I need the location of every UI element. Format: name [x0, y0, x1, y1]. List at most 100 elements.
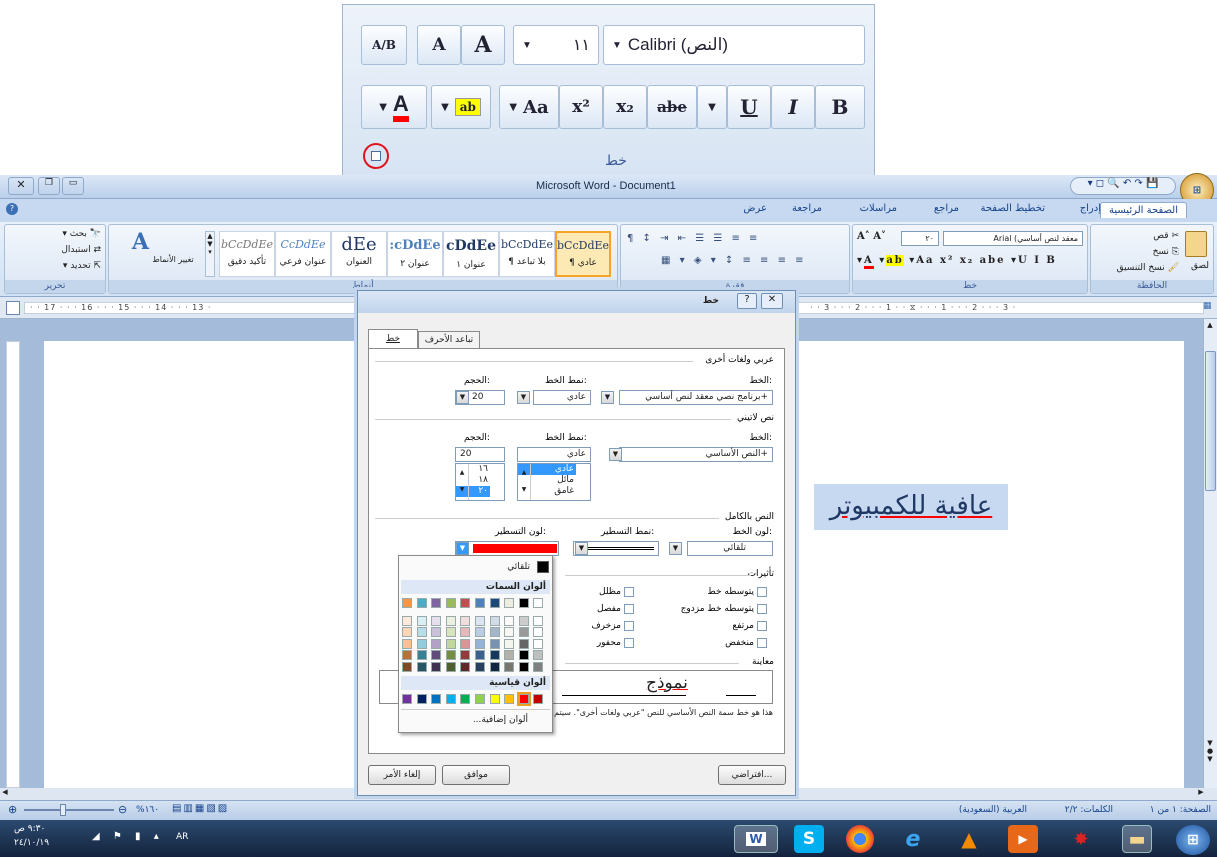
color-swatch[interactable]: [460, 694, 471, 704]
underline-button[interactable]: U: [727, 85, 771, 129]
color-swatch[interactable]: [431, 615, 442, 626]
standard-color-row[interactable]: [402, 692, 550, 706]
change-styles-button[interactable]: تغيير الأنماط: [151, 255, 195, 264]
highlight-button[interactable]: ▼ ab: [431, 85, 491, 129]
dialog-launcher-icon[interactable]: [363, 143, 389, 169]
color-swatch[interactable]: [489, 661, 500, 672]
tab-review[interactable]: مراجعة: [792, 203, 822, 214]
tab-insert[interactable]: إدراج: [1080, 203, 1101, 214]
color-swatch[interactable]: [518, 615, 529, 626]
color-swatch[interactable]: [518, 661, 529, 672]
chevron-down-icon[interactable]: ▼: [456, 391, 469, 404]
subscript-button[interactable]: x₂: [603, 85, 647, 129]
color-swatch[interactable]: [402, 598, 412, 608]
color-swatch[interactable]: [416, 598, 427, 608]
color-swatch[interactable]: [460, 650, 471, 660]
alignment-buttons[interactable]: ▦ ▾ ◈ ▾ ↕ ≡ ≡ ≡ ≡: [661, 255, 807, 266]
color-swatch[interactable]: [518, 627, 529, 637]
restore-button[interactable]: ❐: [38, 177, 60, 195]
style-title[interactable]: dEe العنوان: [331, 231, 387, 277]
status-words[interactable]: الكلمات: ٢/٢: [1065, 805, 1113, 815]
underline-color-combo[interactable]: [455, 541, 559, 556]
paste-icon[interactable]: [1185, 231, 1207, 257]
color-swatch[interactable]: [402, 694, 412, 704]
latin-size-input[interactable]: 20: [455, 447, 505, 462]
color-swatch[interactable]: [533, 627, 544, 637]
font-size-combo[interactable]: ▼ ١١: [513, 25, 599, 65]
engrave-checkbox[interactable]: [624, 638, 634, 648]
change-case-button[interactable]: ▼ Aa: [499, 85, 559, 129]
font-color-button[interactable]: ▼ A: [361, 85, 427, 129]
color-swatch[interactable]: [416, 661, 427, 672]
theme-color-grid[interactable]: [402, 598, 550, 678]
zoom-slider-thumb[interactable]: [60, 804, 66, 816]
zoom-in-icon[interactable]: ⊕: [8, 803, 17, 816]
font-size-combo[interactable]: ٢٠: [901, 231, 939, 246]
tab-references[interactable]: مراجع: [934, 203, 959, 214]
file-explorer-icon[interactable]: ▬: [1122, 825, 1152, 853]
input-language[interactable]: AR: [176, 832, 188, 842]
automatic-color-option[interactable]: تلقائي: [507, 562, 530, 572]
color-swatch[interactable]: [431, 650, 442, 660]
color-swatch[interactable]: [518, 598, 529, 608]
chevron-down-icon[interactable]: ▼: [522, 40, 532, 51]
color-swatch[interactable]: [533, 650, 544, 660]
underline-menu-button[interactable]: ▼: [697, 85, 727, 129]
color-swatch[interactable]: [533, 598, 544, 608]
color-swatch[interactable]: [431, 627, 442, 637]
change-styles-icon[interactable]: A: [132, 229, 149, 255]
color-swatch[interactable]: [533, 694, 544, 704]
color-swatch[interactable]: [416, 650, 427, 660]
color-swatch[interactable]: [445, 661, 456, 672]
close-button[interactable]: ✕: [8, 177, 34, 195]
status-page[interactable]: الصفحة: ١ من ١: [1150, 805, 1211, 815]
scroll-thumb[interactable]: [1205, 351, 1216, 491]
color-swatch[interactable]: [402, 650, 412, 660]
replace-button[interactable]: ⇄ استبدال: [61, 245, 101, 255]
clear-formatting-button[interactable]: A/B: [361, 25, 407, 65]
color-swatch[interactable]: [504, 661, 515, 672]
double-strikethrough-checkbox[interactable]: [757, 604, 767, 614]
color-swatch[interactable]: [489, 615, 500, 626]
color-swatch[interactable]: [533, 638, 544, 649]
quick-access-toolbar[interactable]: ▾ ◻ 🔍 ↶ ↷ 💾: [1070, 177, 1176, 195]
color-swatch[interactable]: [445, 598, 456, 608]
color-swatch[interactable]: [402, 638, 412, 649]
color-swatch[interactable]: [475, 627, 485, 637]
color-swatch[interactable]: [504, 627, 515, 637]
color-swatch[interactable]: [504, 650, 515, 660]
ruler-toggle-icon[interactable]: ▦: [1203, 301, 1215, 315]
color-swatch[interactable]: [460, 638, 471, 649]
internet-explorer-icon[interactable]: e: [898, 825, 928, 853]
style-no-spacing[interactable]: bCcDdEe ¶ بلا تباعد: [499, 231, 555, 277]
scroll-down-icon[interactable]: ▼ ● ▼: [1204, 739, 1216, 763]
emboss-checkbox[interactable]: [624, 621, 634, 631]
paragraph-buttons[interactable]: ¶ ↕ ⇥ ⇤ ☰ ☰ ≡ ≡: [627, 233, 760, 244]
color-swatch[interactable]: [460, 661, 471, 672]
clock-time[interactable]: ٩:٣٠ ص: [14, 824, 45, 834]
media-player-icon[interactable]: ▶: [1008, 825, 1038, 853]
word-taskbar-icon[interactable]: W: [734, 825, 778, 853]
chevron-down-icon[interactable]: ▼: [612, 40, 622, 51]
color-swatch[interactable]: [504, 615, 515, 626]
view-buttons[interactable]: ▤▥▦▧▨: [172, 803, 229, 814]
latin-font-combo[interactable]: +النص الأساسي: [619, 447, 773, 462]
superscript-checkbox[interactable]: [757, 621, 767, 631]
color-swatch[interactable]: [445, 694, 456, 704]
color-swatch[interactable]: [533, 615, 544, 626]
color-swatch[interactable]: [489, 638, 500, 649]
color-swatch[interactable]: [489, 694, 500, 704]
vlc-icon[interactable]: ▲: [954, 825, 984, 853]
color-swatch[interactable]: [518, 650, 529, 660]
color-swatch[interactable]: [504, 694, 515, 704]
subscript-checkbox[interactable]: [757, 638, 767, 648]
tab-font[interactable]: خط: [368, 329, 418, 349]
status-language[interactable]: العربية (السعودية): [959, 805, 1027, 815]
color-swatch[interactable]: [533, 661, 544, 672]
zoom-level[interactable]: %١٦٠: [136, 805, 159, 815]
zoom-slider[interactable]: [24, 809, 114, 811]
vertical-ruler[interactable]: [6, 341, 20, 788]
strikethrough-button[interactable]: abe: [647, 85, 697, 129]
shadow-checkbox[interactable]: [624, 587, 634, 597]
color-swatch[interactable]: [460, 615, 471, 626]
